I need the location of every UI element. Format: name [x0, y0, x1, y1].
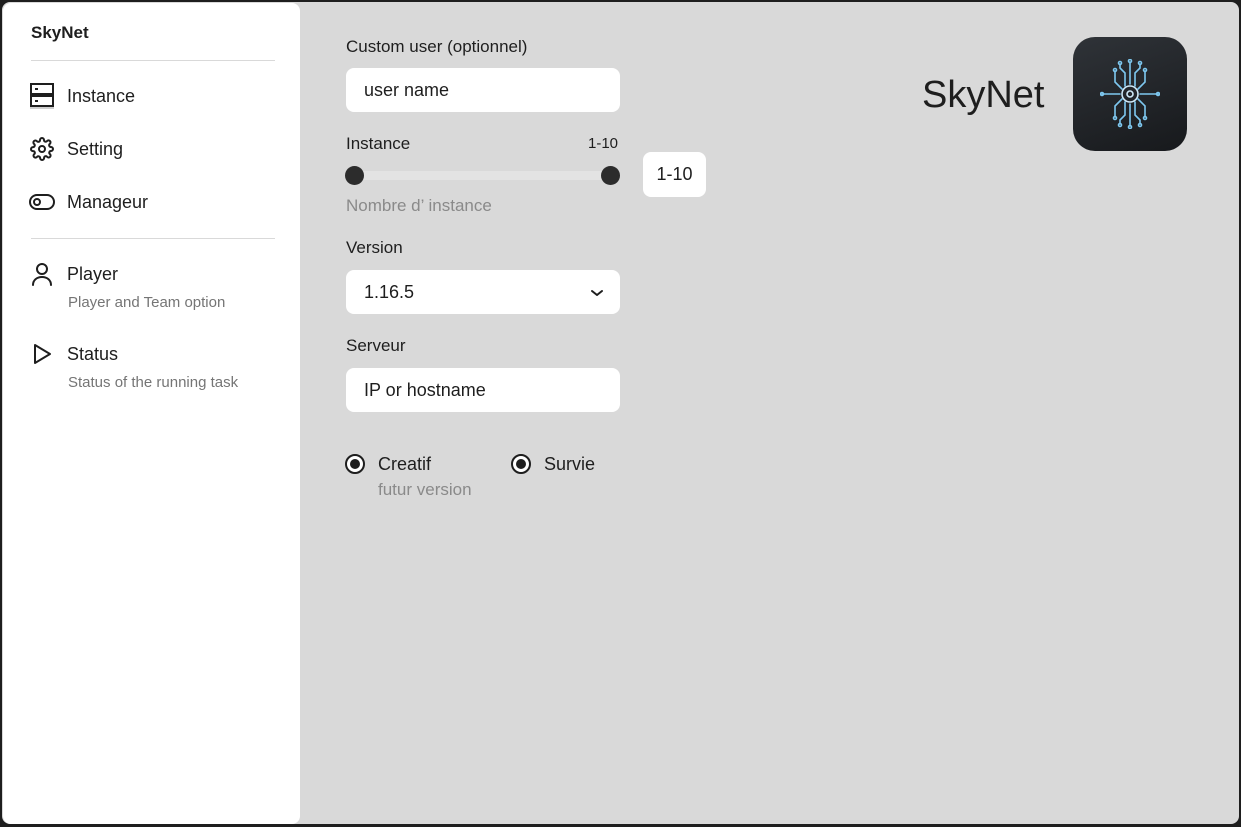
sidebar-item-description: Status of the running task: [68, 374, 239, 391]
sidebar-item-label: Instance: [67, 85, 136, 106]
instance-slider-min-thumb[interactable]: [345, 166, 364, 185]
sidebar-divider: [31, 60, 275, 61]
sidebar-item-status[interactable]: Status: [29, 336, 279, 372]
server-icon: [29, 83, 55, 109]
sidebar-item-description: Player and Team option: [68, 294, 226, 311]
instance-range-box[interactable]: 1-10: [643, 152, 706, 197]
user-icon: [29, 261, 55, 287]
sidebar-item-setting[interactable]: Setting: [29, 131, 279, 167]
sidebar-brand: SkyNet: [31, 23, 89, 42]
circuit-eye-icon: [1100, 59, 1160, 129]
survie-label: Survie: [544, 454, 596, 474]
custom-user-input[interactable]: [346, 68, 620, 112]
creatif-description: futur version: [378, 480, 472, 499]
sidebar-item-label: Status: [67, 343, 119, 364]
toggle-icon: [29, 189, 55, 215]
play-icon: [29, 341, 55, 367]
sidebar-item-manageur[interactable]: Manageur: [29, 184, 279, 220]
instance-slider-max-thumb[interactable]: [601, 166, 620, 185]
version-selected-value: 1.16.5: [364, 281, 415, 302]
custom-user-label: Custom user (optionnel): [346, 37, 528, 56]
survie-radio[interactable]: [511, 454, 531, 474]
sidebar-item-instance[interactable]: Instance: [29, 78, 279, 114]
app-title: SkyNet: [922, 74, 1045, 116]
gear-icon: [29, 136, 55, 162]
version-label: Version: [346, 238, 403, 257]
instance-slider-track[interactable]: [354, 171, 612, 180]
instance-hint: Nombre d’ instance: [346, 196, 492, 215]
sidebar-item-label: Manageur: [67, 191, 149, 212]
app-logo: [1073, 37, 1187, 151]
sidebar-item-player[interactable]: Player: [29, 256, 279, 292]
app-window: SkyNet Instance Setting Manageur Player …: [2, 2, 1239, 824]
sidebar-item-label: Player: [67, 263, 119, 284]
instance-label: Instance: [346, 134, 411, 153]
server-label: Serveur: [346, 336, 406, 355]
radio-dot: [516, 459, 526, 469]
creatif-label: Creatif: [378, 454, 432, 474]
sidebar: SkyNet Instance Setting Manageur Player …: [3, 3, 300, 824]
creatif-radio[interactable]: [345, 454, 365, 474]
radio-dot: [350, 459, 360, 469]
sidebar-item-label: Setting: [67, 138, 124, 159]
version-select[interactable]: 1.16.5: [346, 270, 620, 314]
chevron-down-icon: [590, 282, 604, 303]
sidebar-divider: [31, 238, 275, 239]
instance-range-value: 1-10: [588, 135, 619, 152]
server-input[interactable]: [346, 368, 620, 412]
